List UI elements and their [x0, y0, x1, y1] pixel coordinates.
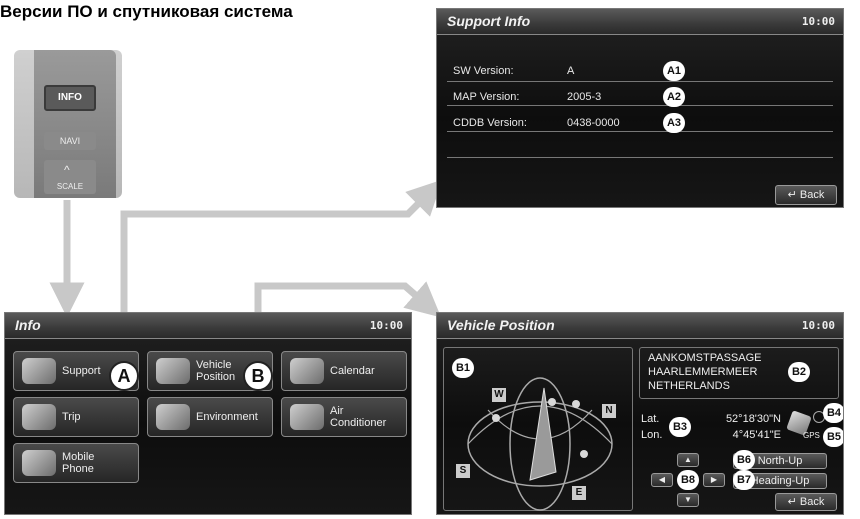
vehicle-position-screen: Vehicle Position 10:00 W N S E B1 AANKOM…	[436, 312, 844, 515]
gps-label: GPS	[803, 431, 820, 440]
compass-e: E	[572, 486, 586, 500]
mobile-phone-button[interactable]: Mobile Phone	[13, 443, 139, 483]
divider	[447, 105, 833, 106]
back-button[interactable]: ↵ Back	[775, 185, 837, 205]
callout-badge: A3	[663, 113, 685, 133]
cddb-version-value: 0438-0000	[567, 117, 620, 129]
sw-version-value: A	[567, 65, 575, 77]
scroll-down-button[interactable]: ▼	[677, 493, 699, 507]
satellite-icon	[156, 358, 190, 384]
divider	[447, 81, 833, 82]
back-button[interactable]: ↵ Back	[775, 493, 837, 511]
phone-icon	[22, 450, 56, 476]
scroll-left-button[interactable]: ◀	[651, 473, 673, 487]
back-label: Back	[799, 496, 825, 508]
vehicle-position-header: Vehicle Position 10:00	[437, 313, 843, 339]
support-label: Support	[62, 365, 101, 377]
scroll-up-button[interactable]: ▲	[677, 453, 699, 467]
lon-label: Lon.	[641, 429, 663, 441]
clock: 10:00	[801, 15, 835, 28]
car-icon	[22, 404, 56, 430]
support-info-screen: Support Info 10:00 SW Version: A A1 MAP …	[436, 8, 844, 208]
navi-hardware-button[interactable]: NAVI	[44, 132, 96, 150]
remote-control: INFO NAVI ^ SCALE	[14, 50, 122, 198]
divider	[447, 131, 833, 132]
back-arrow-icon: ↵	[787, 496, 800, 508]
vehicle-position-title: Vehicle Position	[447, 317, 555, 333]
compass-s: S	[456, 464, 470, 478]
lat-value: 52°18'30"N	[725, 413, 781, 425]
air-conditioner-label: Air Conditioner	[330, 405, 387, 429]
chevron-up-icon: ^	[64, 163, 70, 177]
info-menu-screen: Info 10:00 Support Vehicle Position Cale…	[4, 312, 412, 515]
clock: 10:00	[801, 319, 835, 332]
callout-badge: B5	[823, 427, 843, 447]
vehicle-position-label: Vehicle Position	[196, 359, 236, 383]
callout-badge: B1	[452, 358, 474, 378]
clock: 10:00	[369, 319, 403, 332]
fan-icon	[290, 404, 324, 430]
callout-badge: B6	[733, 450, 755, 470]
info-hardware-button[interactable]: INFO	[44, 85, 96, 111]
address-line: HAARLEMMERMEER	[648, 366, 758, 378]
air-conditioner-button[interactable]: Air Conditioner	[281, 397, 407, 437]
support-info-header: Support Info 10:00	[437, 9, 843, 35]
address-line: AANKOMSTPASSAGE	[648, 352, 762, 364]
map-version-value: 2005-3	[567, 91, 602, 103]
sw-version-label: SW Version:	[453, 65, 514, 77]
support-info-title: Support Info	[447, 13, 531, 29]
scroll-right-button[interactable]: ▶	[703, 473, 725, 487]
calendar-label: Calendar	[330, 365, 375, 377]
compass-w: W	[492, 388, 506, 402]
callout-b: B	[243, 361, 273, 391]
cddb-version-label: CDDB Version:	[453, 117, 527, 129]
back-arrow-icon: ↵	[787, 189, 800, 201]
scale-up-hardware-button[interactable]: ^ SCALE	[44, 160, 96, 194]
info-title: Info	[15, 317, 41, 333]
environment-label: Environment	[196, 411, 258, 423]
lat-label: Lat.	[641, 413, 660, 425]
trip-label: Trip	[62, 411, 81, 423]
callout-badge: A1	[663, 61, 685, 81]
callout-badge: B8	[677, 470, 699, 490]
lon-value: 4°45'41"E	[732, 429, 781, 441]
callout-badge: A2	[663, 87, 685, 107]
callout-badge: B4	[823, 403, 843, 423]
compass-n: N	[602, 404, 616, 418]
satellite-sky-map: W N S E B1	[443, 347, 633, 511]
callout-badge: B7	[733, 470, 755, 490]
divider	[447, 157, 833, 158]
back-label: Back	[799, 189, 825, 201]
callout-badge: B2	[788, 362, 810, 382]
mobile-phone-label: Mobile Phone	[62, 451, 95, 475]
environment-button[interactable]: Environment	[147, 397, 273, 437]
support-icon	[22, 358, 56, 384]
address-box: AANKOMSTPASSAGE HAARLEMMERMEER NETHERLAN…	[639, 347, 839, 399]
callout-a: A	[109, 361, 139, 391]
tree-icon	[156, 404, 190, 430]
calendar-icon	[290, 358, 324, 384]
address-line: NETHERLANDS	[648, 380, 730, 392]
scale-label: SCALE	[56, 182, 84, 191]
calendar-button[interactable]: Calendar	[281, 351, 407, 391]
map-version-label: MAP Version:	[453, 91, 520, 103]
info-header: Info 10:00	[5, 313, 411, 339]
callout-badge: B3	[669, 417, 691, 437]
trip-button[interactable]: Trip	[13, 397, 139, 437]
